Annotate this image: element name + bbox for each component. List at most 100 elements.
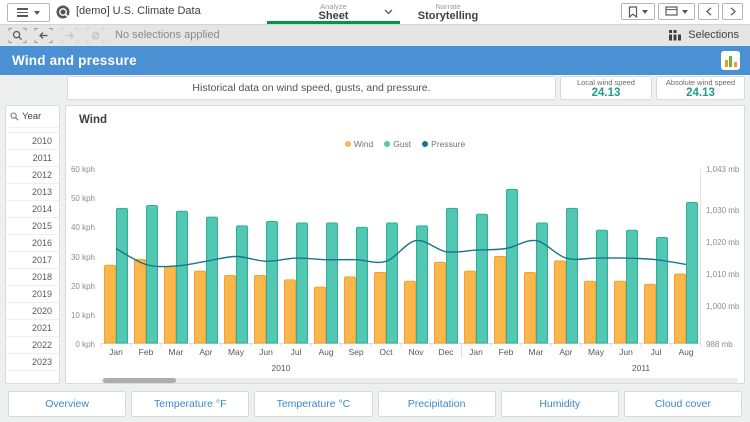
sheet-header: Wind and pressure [0,46,750,75]
bar-gust-10[interactable] [417,226,428,343]
kpi-absolute-wind-speed[interactable]: Absolute wind speed 24.13 [656,76,745,100]
bar-wind-18[interactable] [645,284,656,343]
selections-tool-button[interactable]: Selections [668,29,750,41]
year-option-2017[interactable]: 2017 [6,251,59,268]
qlik-logo-icon [56,5,70,19]
year-filter-header[interactable]: Year [6,106,59,128]
year-option-2018[interactable]: 2018 [6,268,59,285]
bar-wind-2[interactable] [165,267,176,343]
hamburger-icon [17,8,28,17]
bar-wind-0[interactable] [105,265,116,343]
bar-gust-16[interactable] [597,230,608,343]
year-option-2023[interactable]: 2023 [6,353,59,371]
nav-button-cloud-cover[interactable]: Cloud cover [624,391,742,417]
kpi-local-wind-speed[interactable]: Local wind speed 24.13 [560,76,652,100]
legend-item-gust[interactable]: Gust [384,139,411,149]
bar-gust-8[interactable] [357,227,368,343]
bookmarks-button[interactable] [621,3,655,20]
year-option-2022[interactable]: 2022 [6,336,59,353]
bar-wind-11[interactable] [435,262,446,343]
year-option-2016[interactable]: 2016 [6,234,59,251]
year-option-2014[interactable]: 2014 [6,200,59,217]
bar-wind-12[interactable] [465,271,476,343]
x-axis-label-1: Feb [131,347,161,357]
top-toolbar: [demo] U.S. Climate Data Analyze Sheet N… [0,0,750,25]
bar-gust-9[interactable] [387,223,398,343]
legend-item-wind[interactable]: Wind [345,139,373,149]
clear-selections-icon[interactable] [86,27,105,44]
chart-title: Wind [79,114,107,126]
left-tick-label: 50 kph [66,194,95,203]
next-sheet-button[interactable] [722,3,743,20]
nav-button-humidity[interactable]: Humidity [501,391,619,417]
bar-gust-7[interactable] [327,223,338,343]
chart-scrollbar-thumb[interactable] [103,378,176,383]
chart-scrollbar[interactable] [101,378,738,383]
bar-wind-4[interactable] [225,275,236,343]
bar-gust-4[interactable] [237,226,248,343]
nav-button-precipitation[interactable]: Precipitation [378,391,496,417]
bar-wind-13[interactable] [495,257,506,344]
year-option-2021[interactable]: 2021 [6,319,59,336]
right-tick-label: 1,030 mb [706,206,739,215]
chart-plot-area[interactable] [101,169,701,344]
kpi-label: Local wind speed [577,78,635,87]
bar-wind-15[interactable] [555,261,566,343]
year-option-2015[interactable]: 2015 [6,217,59,234]
global-menu-button[interactable] [7,3,50,22]
bar-gust-13[interactable] [507,189,518,343]
bar-gust-3[interactable] [207,217,218,343]
bar-gust-15[interactable] [567,208,578,343]
bar-gust-18[interactable] [657,238,668,343]
bar-gust-0[interactable] [117,208,128,343]
bar-wind-16[interactable] [585,281,596,343]
tab-analyze-sheet[interactable]: Analyze Sheet [267,0,400,24]
smart-search-icon[interactable] [8,27,27,44]
bar-wind-6[interactable] [285,280,296,343]
bar-wind-3[interactable] [195,271,206,343]
x-axis-label-13: Feb [491,347,521,357]
bar-wind-17[interactable] [615,281,626,343]
bar-wind-19[interactable] [675,274,686,343]
tab-narrate-storytelling[interactable]: Narrate Storytelling [402,0,494,24]
year-group-label-2011: 2011 [632,363,650,373]
kpi-value: 24.13 [686,87,715,99]
bar-wind-10[interactable] [405,281,416,343]
year-option-2019[interactable]: 2019 [6,285,59,302]
sheet-nav-bar: OverviewTemperature °FTemperature °CPrec… [0,391,750,417]
bar-gust-6[interactable] [297,223,308,343]
year-option-2011[interactable]: 2011 [6,149,59,166]
nav-button-temperature-f[interactable]: Temperature °F [131,391,249,417]
step-back-icon[interactable] [34,27,53,44]
bar-wind-8[interactable] [345,277,356,343]
nav-button-overview[interactable]: Overview [8,391,126,417]
year-group-label-2010: 2010 [272,363,291,373]
bar-wind-9[interactable] [375,273,386,343]
year-option-2010[interactable]: 2010 [6,132,59,149]
right-tick-label: 1,000 mb [706,302,739,311]
year-option-2012[interactable]: 2012 [6,166,59,183]
bar-gust-19[interactable] [687,203,698,343]
x-axis-label-3: Apr [191,347,221,357]
bar-wind-14[interactable] [525,273,536,343]
bar-gust-2[interactable] [177,211,188,343]
step-forward-icon[interactable] [60,27,79,44]
bar-gust-5[interactable] [267,222,278,344]
info-text-panel: Historical data on wind speed, gusts, an… [67,76,556,100]
caret-down-icon [34,11,40,15]
year-option-2013[interactable]: 2013 [6,183,59,200]
year-option-2020[interactable]: 2020 [6,302,59,319]
nav-button-temperature-c[interactable]: Temperature °C [254,391,372,417]
bar-gust-17[interactable] [627,230,638,343]
bar-gust-12[interactable] [477,214,488,343]
bar-wind-1[interactable] [135,259,146,343]
bar-gust-11[interactable] [447,208,458,343]
bar-gust-1[interactable] [147,205,158,343]
bar-wind-5[interactable] [255,275,266,343]
x-axis-label-8: Sep [341,347,371,357]
legend-item-pressure[interactable]: Pressure [422,139,465,149]
bar-wind-7[interactable] [315,287,326,343]
app-title[interactable]: [demo] U.S. Climate Data [76,0,201,23]
sheets-button[interactable] [658,3,695,20]
previous-sheet-button[interactable] [698,3,719,20]
